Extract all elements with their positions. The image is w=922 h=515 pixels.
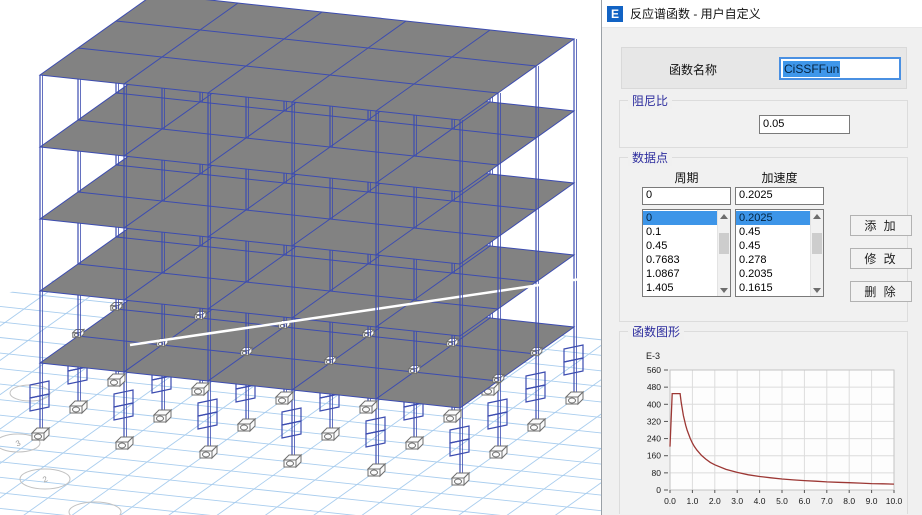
modify-button[interactable]: 修 改: [850, 248, 912, 269]
svg-text:3.0: 3.0: [731, 496, 743, 506]
grid-bubble: [69, 502, 121, 515]
svg-text:2: 2: [41, 474, 49, 484]
scroll-down-icon[interactable]: [811, 284, 823, 296]
model-3d-view[interactable]: 32: [0, 0, 601, 515]
svg-text:320: 320: [647, 416, 661, 426]
acceleration-column-header: 加速度: [735, 169, 824, 186]
list-item[interactable]: 0.45: [736, 225, 810, 239]
list-item[interactable]: 0.1615: [736, 281, 810, 295]
svg-text:0.0: 0.0: [664, 496, 676, 506]
acceleration-list[interactable]: 0.20250.450.450.2780.20350.1615: [735, 209, 824, 297]
function-name-label: 函数名称: [669, 61, 717, 78]
support-icon: [154, 410, 171, 422]
support-icon: [566, 392, 583, 404]
support-icon: [452, 473, 469, 485]
support-icon: [490, 446, 507, 458]
list-item[interactable]: 0.7683: [643, 253, 717, 267]
svg-text:1.0: 1.0: [686, 496, 698, 506]
damping-group: 阻尼比 0.05: [619, 100, 908, 148]
period-list[interactable]: 00.10.450.76831.08671.405: [642, 209, 731, 297]
support-icon: [284, 455, 301, 467]
support-icon: [360, 401, 377, 413]
svg-text:400: 400: [647, 399, 661, 409]
svg-text:480: 480: [647, 382, 661, 392]
support-icon: [192, 383, 209, 395]
support-icon: [32, 428, 49, 440]
svg-text:6.0: 6.0: [798, 496, 810, 506]
delete-button[interactable]: 删 除: [850, 281, 912, 302]
scroll-up-icon[interactable]: [811, 210, 823, 222]
damping-group-label: 阻尼比: [628, 92, 672, 109]
support-icon: [322, 428, 339, 440]
list-item[interactable]: 1.405: [643, 281, 717, 295]
svg-text:9.0: 9.0: [866, 496, 878, 506]
app-icon: E: [607, 6, 623, 22]
support-icon: [406, 437, 423, 449]
support-icon: [200, 446, 217, 458]
function-graph-group: 函数图形 0801602403204004805600.01.02.03.04.…: [619, 331, 908, 514]
svg-text:7.0: 7.0: [821, 496, 833, 506]
list-item[interactable]: 0.1: [643, 225, 717, 239]
spectrum-chart: 0 80 160 240 320 400 480 560 0.0 1.0 2.0 3.0 4.0 5.0 6…: [620, 332, 907, 514]
support-icon: [70, 401, 87, 413]
dialog-title: 反应谱函数 - 用户自定义: [630, 5, 761, 22]
svg-text:5.0: 5.0: [776, 496, 788, 506]
scroll-thumb[interactable]: [812, 233, 822, 254]
support-icon: [368, 464, 385, 476]
support-icon: [238, 419, 255, 431]
support-icon: [276, 392, 293, 404]
period-list-scrollbar[interactable]: [717, 210, 730, 296]
scroll-up-icon[interactable]: [718, 210, 730, 222]
svg-text:E-3: E-3: [646, 351, 660, 361]
datapoints-group: 数据点 周期 加速度 0 0.2025 00.10.450.76831.0867…: [619, 157, 908, 322]
list-item[interactable]: 0.278: [736, 253, 810, 267]
svg-text:8.0: 8.0: [843, 496, 855, 506]
function-name-panel: 函数名称 CiSSFFun: [621, 47, 907, 89]
svg-text:2.0: 2.0: [709, 496, 721, 506]
application-window: 32 E 反应谱函数 - 用户自定义 函数名称 CiSSFFun 阻尼比 0.0…: [0, 0, 922, 515]
list-item[interactable]: 0.45: [736, 239, 810, 253]
selected-text: CiSSFFun: [783, 61, 840, 77]
dialog-titlebar[interactable]: E 反应谱函数 - 用户自定义: [602, 0, 922, 28]
svg-text:80: 80: [652, 468, 662, 478]
support-icon: [108, 374, 125, 386]
function-name-input[interactable]: CiSSFFun: [779, 57, 901, 80]
add-button[interactable]: 添 加: [850, 215, 912, 236]
svg-text:240: 240: [647, 434, 661, 444]
svg-text:160: 160: [647, 451, 661, 461]
svg-text:4.0: 4.0: [754, 496, 766, 506]
datapoints-group-label: 数据点: [628, 149, 672, 166]
support-icon: [528, 419, 545, 431]
scroll-down-icon[interactable]: [718, 284, 730, 296]
list-item[interactable]: 1.0867: [643, 267, 717, 281]
acceleration-list-scrollbar[interactable]: [810, 210, 823, 296]
list-item[interactable]: 0.2035: [736, 267, 810, 281]
support-icon: [444, 410, 461, 422]
svg-text:3: 3: [14, 438, 22, 448]
svg-text:10.0: 10.0: [886, 496, 903, 506]
period-column-header: 周期: [642, 169, 731, 186]
grid-bubble: 2: [20, 469, 70, 489]
list-item[interactable]: 0.2025: [736, 211, 810, 225]
svg-text:560: 560: [647, 365, 661, 375]
svg-text:0: 0: [656, 485, 661, 495]
list-item[interactable]: 0: [643, 211, 717, 225]
scroll-thumb[interactable]: [719, 233, 729, 254]
support-icon: [116, 437, 133, 449]
list-item[interactable]: 0.45: [643, 239, 717, 253]
acceleration-input[interactable]: 0.2025: [735, 187, 824, 205]
damping-ratio-input[interactable]: 0.05: [759, 115, 850, 134]
response-spectrum-dialog: E 反应谱函数 - 用户自定义 函数名称 CiSSFFun 阻尼比 0.05 数…: [601, 0, 922, 515]
period-input[interactable]: 0: [642, 187, 731, 205]
